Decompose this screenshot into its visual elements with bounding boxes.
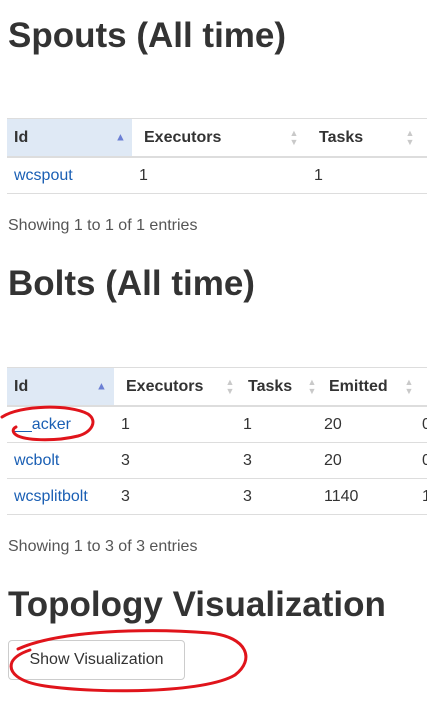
bolt-id-cell: __acker [7,407,71,442]
column-header-id[interactable]: Id ▲ [7,119,132,156]
table-row: wcspout 1 1 [7,158,427,194]
sort-ascending-icon: ▲ [96,380,107,392]
transferred-cell: 0 [422,416,427,433]
table-row: __acker 1 1 20 0 [7,407,427,443]
spout-link[interactable]: wcspout [14,167,73,184]
bolts-table-info: Showing 1 to 3 of 3 entries [8,538,198,555]
column-header-id[interactable]: Id ▲ [7,368,114,405]
show-visualization-button[interactable]: Show Visualization [8,640,185,680]
column-header-label: Id [14,378,29,395]
sort-both-icon: ▲ ▼ [405,127,415,147]
transferred-cell: 1 [422,488,427,505]
executors-cell: 3 [121,488,130,505]
bolt-id-cell: wcbolt [7,443,59,478]
tasks-cell: 1 [243,416,252,433]
table-header-row: Id ▲ Executors ▲ ▼ Tasks ▲ ▼ [7,119,427,158]
sort-both-icon: ▲ ▼ [225,376,235,396]
column-header-label: Executors [144,129,222,146]
executors-cell: 1 [139,167,148,184]
bolt-link-wcbolt[interactable]: wcbolt [14,452,59,469]
column-header-label: Id [14,129,29,146]
bolts-table: Id ▲ Executors ▲ ▼ Tasks ▲ ▼ Emitted ▲ ▼ __… [7,367,427,515]
column-header-emitted[interactable]: Emitted ▲ ▼ [322,368,427,405]
column-header-tasks[interactable]: Tasks ▲ ▼ [312,119,427,156]
sort-ascending-icon: ▲ [115,131,126,143]
bolts-title: Bolts (All time) [8,264,255,303]
tasks-cell: 1 [314,167,323,184]
emitted-cell: 20 [324,416,342,433]
emitted-cell: 1140 [324,488,359,505]
sort-both-icon: ▲ ▼ [289,127,299,147]
tasks-cell: 3 [243,452,252,469]
column-header-tasks[interactable]: Tasks ▲ ▼ [241,368,323,405]
spout-id-cell: wcspout [7,158,73,193]
sort-both-icon: ▲ ▼ [404,376,414,396]
spouts-table-info: Showing 1 to 1 of 1 entries [8,217,198,234]
column-header-label: Executors [126,378,204,395]
visualization-title: Topology Visualization [8,585,386,624]
spouts-title: Spouts (All time) [8,16,287,55]
bolt-id-cell: wcsplitbolt [7,479,88,514]
tasks-cell: 3 [243,488,252,505]
emitted-cell: 20 [324,452,342,469]
column-header-executors[interactable]: Executors ▲ ▼ [137,119,312,156]
sort-both-icon: ▲ ▼ [307,376,317,396]
column-header-label: Tasks [248,378,293,395]
spouts-table: Id ▲ Executors ▲ ▼ Tasks ▲ ▼ wcspout 1 1 [7,118,427,194]
bolt-link-wcsplitbolt[interactable]: wcsplitbolt [14,488,88,505]
column-header-label: Emitted [329,378,388,395]
bolt-link-acker[interactable]: __acker [14,416,71,433]
column-header-executors[interactable]: Executors ▲ ▼ [119,368,241,405]
transferred-cell: 0 [422,452,427,469]
table-row: wcsplitbolt 3 3 1140 1 [7,479,427,515]
table-header-row: Id ▲ Executors ▲ ▼ Tasks ▲ ▼ Emitted ▲ ▼ [7,368,427,407]
column-header-label: Tasks [319,129,364,146]
executors-cell: 3 [121,452,130,469]
table-row: wcbolt 3 3 20 0 [7,443,427,479]
executors-cell: 1 [121,416,130,433]
